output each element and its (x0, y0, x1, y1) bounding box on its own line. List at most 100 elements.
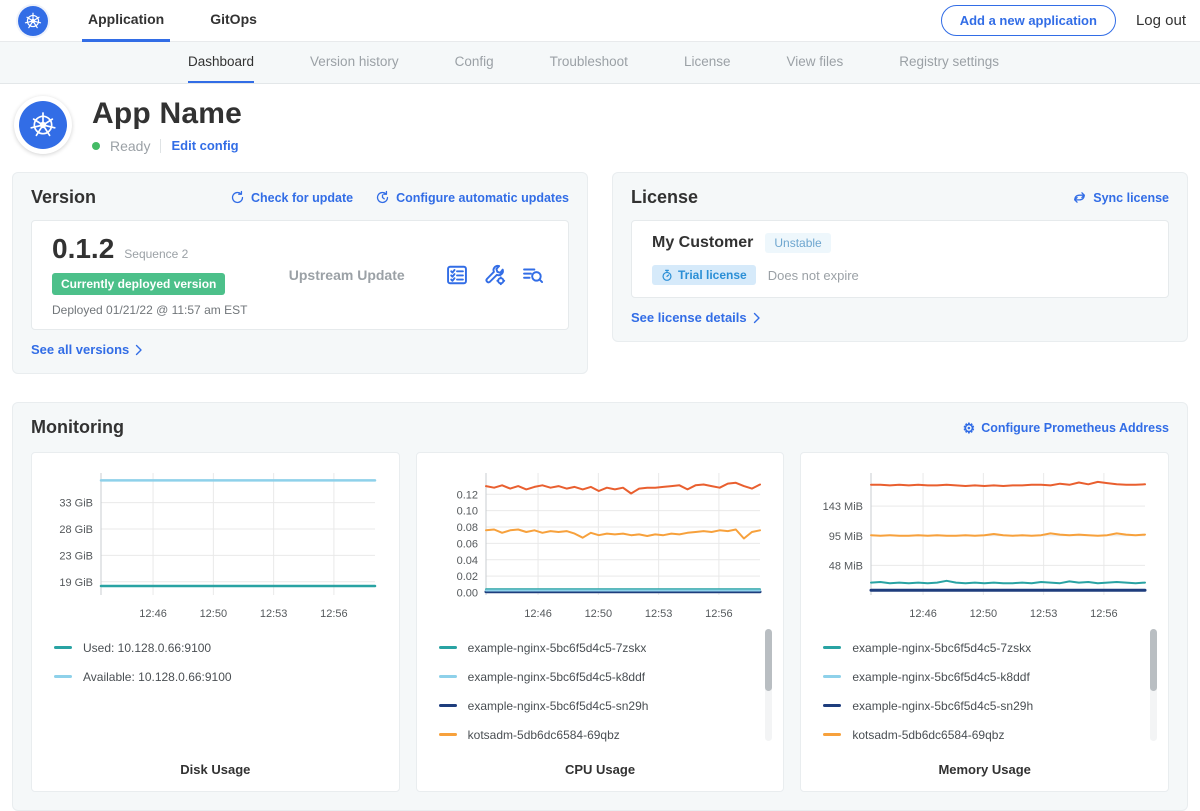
stopwatch-icon (661, 269, 673, 282)
add-new-application-button[interactable]: Add a new application (941, 5, 1116, 36)
svg-text:12:56: 12:56 (1090, 608, 1118, 620)
topnav-tab-gitops[interactable]: GitOps (204, 0, 263, 42)
svg-text:0.06: 0.06 (457, 538, 478, 550)
legend-item: example-nginx-5bc6f5d4c5-sn29h (439, 691, 760, 720)
deployed-badge: Currently deployed version (52, 273, 225, 295)
svg-text:33 GiB: 33 GiB (60, 498, 94, 510)
legend-label: example-nginx-5bc6f5d4c5-k8ddf (468, 670, 645, 684)
svg-text:19 GiB: 19 GiB (60, 577, 94, 589)
topnav-tab-application[interactable]: Application (82, 0, 170, 42)
disk-usage-legend: Used: 10.128.0.66:9100 Available: 10.128.… (38, 625, 393, 691)
disk-usage-chart: 19 GiB23 GiB28 GiB33 GiB12:4612:5012:531… (31, 452, 400, 792)
channel-badge: Unstable (765, 233, 830, 253)
license-expiry: Does not expire (768, 268, 859, 283)
svg-text:12:50: 12:50 (969, 608, 997, 620)
svg-text:23 GiB: 23 GiB (60, 550, 94, 562)
app-logo (14, 96, 72, 154)
license-card: License Sync license My Customer Unstabl… (612, 172, 1188, 342)
legend-item: example-nginx-5bc6f5d4c5-7zskx (823, 633, 1144, 662)
svg-text:12:46: 12:46 (140, 608, 168, 620)
legend-item: example-nginx-5bc6f5d4c5-sn29h (823, 691, 1144, 720)
legend-label: kotsadm-5db6dc6584-69qbz (468, 728, 620, 742)
tab-troubleshoot[interactable]: Troubleshoot (550, 42, 628, 83)
svg-text:0.08: 0.08 (457, 522, 478, 534)
chevron-right-icon (753, 312, 761, 324)
configure-prometheus-link[interactable]: ⚙ Configure Prometheus Address (963, 421, 1169, 435)
legend-label: Used: 10.128.0.66:9100 (83, 641, 211, 655)
legend-swatch (439, 733, 457, 736)
svg-text:12:53: 12:53 (260, 608, 288, 620)
subnav: Dashboard Version history Config Troublesho… (0, 42, 1200, 84)
config-wrench-icon[interactable] (484, 264, 506, 286)
legend-item: kotsadm-5db6dc6584-69qbz (823, 720, 1144, 749)
disk-usage-title: Disk Usage (38, 752, 393, 777)
configure-automatic-updates-link[interactable]: Configure automatic updates (375, 190, 569, 205)
memory-usage-plot: 48 MiB95 MiB143 MiB12:4612:5012:5312:56 (807, 465, 1162, 625)
kubernetes-wheel-icon (19, 101, 67, 149)
legend-scrollbar-thumb[interactable] (765, 629, 772, 691)
license-card-title: License (631, 187, 698, 208)
svg-text:12:46: 12:46 (909, 608, 937, 620)
cpu-usage-legend: example-nginx-5bc6f5d4c5-7zskx example-ng… (423, 625, 778, 749)
see-license-details-link[interactable]: See license details (631, 310, 761, 325)
logout-link[interactable]: Log out (1136, 12, 1186, 29)
legend-item: example-nginx-5bc6f5d4c5-k8ddf (439, 662, 760, 691)
tab-view-files[interactable]: View files (786, 42, 843, 83)
tab-config[interactable]: Config (455, 42, 494, 83)
memory-usage-title: Memory Usage (807, 752, 1162, 777)
sync-license-link[interactable]: Sync license (1072, 190, 1169, 205)
cpu-usage-plot: 0.000.020.040.060.080.100.1212:4612:5012… (423, 465, 778, 625)
tab-license[interactable]: License (684, 42, 731, 83)
version-number: 0.1.2 (52, 233, 114, 265)
svg-text:12:56: 12:56 (705, 608, 733, 620)
kubernetes-logo-icon (18, 6, 48, 36)
legend-label: example-nginx-5bc6f5d4c5-7zskx (468, 641, 647, 655)
monitoring-title: Monitoring (31, 417, 124, 438)
version-card: Version Check for update Configure au (12, 172, 588, 374)
memory-usage-legend: example-nginx-5bc6f5d4c5-7zskx example-ng… (807, 625, 1162, 749)
refresh-icon (230, 190, 245, 205)
svg-text:28 GiB: 28 GiB (60, 524, 94, 536)
current-version-row: 0.1.2 Sequence 2 Currently deployed vers… (31, 220, 569, 330)
legend-label: Available: 10.128.0.66:9100 (83, 670, 232, 684)
legend-swatch (439, 704, 457, 707)
legend-item: example-nginx-5bc6f5d4c5-k8ddf (823, 662, 1144, 691)
legend-swatch (439, 646, 457, 649)
license-summary: My Customer Unstable Trial license Does … (631, 220, 1169, 298)
svg-text:143 MiB: 143 MiB (822, 501, 862, 513)
see-all-versions-link[interactable]: See all versions (31, 342, 143, 357)
legend-scrollbar-thumb[interactable] (1150, 629, 1157, 691)
legend-swatch (823, 675, 841, 678)
deploy-logs-icon[interactable] (522, 264, 544, 286)
gear-icon: ⚙ (963, 421, 976, 435)
tab-registry-settings[interactable]: Registry settings (899, 42, 999, 83)
legend-label: example-nginx-5bc6f5d4c5-7zskx (852, 641, 1031, 655)
trial-license-badge: Trial license (652, 265, 756, 285)
legend-scrollbar-track[interactable] (765, 629, 772, 741)
chevron-right-icon (135, 344, 143, 356)
tab-dashboard[interactable]: Dashboard (188, 42, 254, 83)
legend-item: kotsadm-5db6dc6584-69qbz (439, 720, 760, 749)
svg-text:12:50: 12:50 (585, 608, 613, 620)
svg-text:95 MiB: 95 MiB (828, 531, 862, 543)
version-sequence: Sequence 2 (124, 247, 188, 261)
deployed-timestamp: Deployed 01/21/22 @ 11:57 am EST (52, 303, 247, 317)
legend-swatch (439, 675, 457, 678)
disk-usage-plot: 19 GiB23 GiB28 GiB33 GiB12:4612:5012:531… (38, 465, 393, 625)
app-header: App Name Ready Edit config (0, 84, 1200, 168)
legend-item: example-nginx-5bc6f5d4c5-7zskx (439, 633, 760, 662)
preflight-checklist-icon[interactable] (446, 264, 468, 286)
page-title: App Name (92, 97, 242, 131)
svg-text:48 MiB: 48 MiB (828, 560, 862, 572)
legend-label: example-nginx-5bc6f5d4c5-sn29h (852, 699, 1033, 713)
legend-label: example-nginx-5bc6f5d4c5-k8ddf (852, 670, 1029, 684)
divider (160, 139, 161, 153)
tab-version-history[interactable]: Version history (310, 42, 399, 83)
svg-text:0.12: 0.12 (457, 489, 478, 501)
legend-scrollbar-track[interactable] (1150, 629, 1157, 741)
check-for-update-link[interactable]: Check for update (230, 190, 353, 205)
legend-swatch (823, 646, 841, 649)
legend-swatch (823, 704, 841, 707)
clock-refresh-icon (375, 190, 390, 205)
edit-config-link[interactable]: Edit config (171, 138, 238, 153)
